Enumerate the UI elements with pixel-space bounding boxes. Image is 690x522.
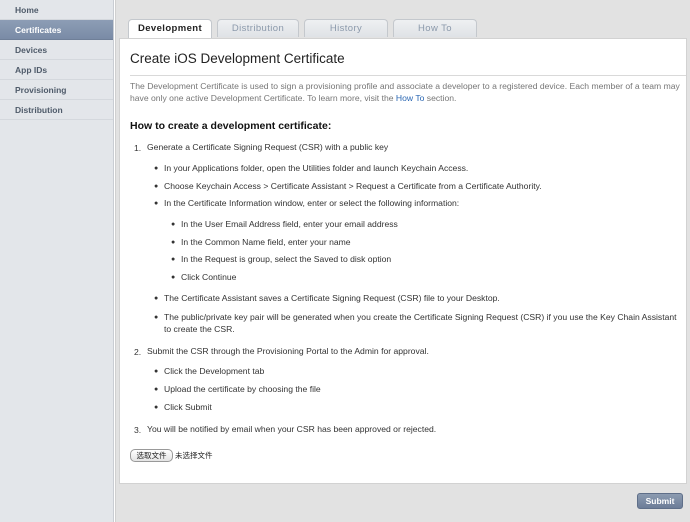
list-item: The Certificate Assistant saves a Certif… xyxy=(164,293,500,303)
bullet-icon: ● xyxy=(171,274,176,281)
tab-development[interactable]: Development xyxy=(128,19,212,39)
bullet-icon: ● xyxy=(171,256,176,263)
submit-button[interactable]: Submit xyxy=(637,493,683,509)
bullet-icon: ● xyxy=(154,183,159,190)
bullet-icon: ● xyxy=(154,368,159,375)
step-text: You will be notified by email when your … xyxy=(147,424,437,434)
howto-heading: How to create a development certificate: xyxy=(130,120,332,132)
file-status: 未选择文件 xyxy=(175,451,213,460)
tab-how-to[interactable]: How To xyxy=(393,19,477,37)
bullet-icon: ● xyxy=(171,239,176,246)
bullet-icon: ● xyxy=(154,165,159,172)
tab-history[interactable]: History xyxy=(304,19,388,37)
list-item: Click Submit xyxy=(164,402,212,412)
intro-paragraph: The Development Certificate is used to s… xyxy=(130,81,682,104)
page-title: Create iOS Development Certificate xyxy=(130,51,345,66)
sidebar-item-app-ids[interactable]: App IDs xyxy=(0,60,113,80)
bullet-icon: ● xyxy=(154,404,159,411)
step-text: Generate a Certificate Signing Request (… xyxy=(147,142,389,152)
list-item: In your Applications folder, open the Ut… xyxy=(164,163,469,173)
list-item: In the Certificate Information window, e… xyxy=(164,198,460,208)
step-number: 2. xyxy=(134,347,142,357)
bullet-icon: ● xyxy=(154,314,159,321)
tab-bar: Development Distribution History How To xyxy=(128,19,482,39)
step-number: 3. xyxy=(134,425,142,435)
step-text: Submit the CSR through the Provisioning … xyxy=(147,346,429,356)
list-item: Upload the certificate by choosing the f… xyxy=(164,384,321,394)
intro-suffix: section. xyxy=(424,92,457,103)
choose-file-button[interactable]: 选取文件 xyxy=(130,449,173,462)
list-item: Click Continue xyxy=(181,272,237,282)
step-number: 1. xyxy=(134,143,142,153)
tab-distribution[interactable]: Distribution xyxy=(217,19,299,37)
list-item: In the Common Name field, enter your nam… xyxy=(181,237,351,247)
bullet-icon: ● xyxy=(154,200,159,207)
sidebar-item-provisioning[interactable]: Provisioning xyxy=(0,80,113,100)
list-item: In the Request is group, select the Save… xyxy=(181,254,392,264)
content-area: Create iOS Development Certificate The D… xyxy=(119,38,687,484)
bullet-icon: ● xyxy=(154,295,159,302)
sidebar-item-distribution[interactable]: Distribution xyxy=(0,100,113,120)
sidebar-item-certificates[interactable]: Certificates xyxy=(0,20,113,40)
list-item: In the User Email Address field, enter y… xyxy=(181,219,398,229)
sidebar-item-home[interactable]: Home xyxy=(0,0,113,20)
title-divider xyxy=(130,75,686,76)
list-item: The public/private key pair will be gene… xyxy=(164,312,677,334)
list-item: Click the Development tab xyxy=(164,366,265,376)
bullet-icon: ● xyxy=(154,386,159,393)
sidebar-item-devices[interactable]: Devices xyxy=(0,40,113,60)
how-to-link[interactable]: How To xyxy=(396,93,425,103)
sidebar: Home Certificates Devices App IDs Provis… xyxy=(0,0,114,522)
list-item: Choose Keychain Access > Certificate Ass… xyxy=(164,181,542,191)
bullet-icon: ● xyxy=(171,221,176,228)
